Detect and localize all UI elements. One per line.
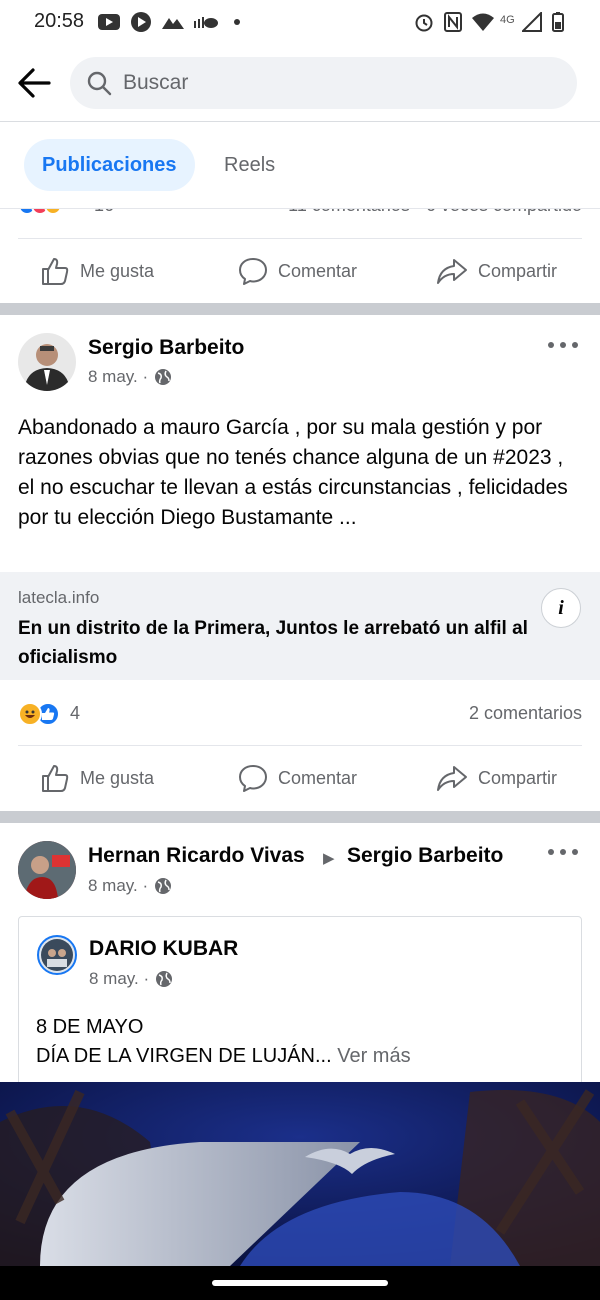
shared-meta: 8 may. · — [89, 969, 173, 989]
more-options-icon[interactable] — [548, 340, 578, 350]
link-preview[interactable]: latecla.info En un distrito de la Primer… — [0, 572, 600, 680]
post-text: Abandonado a mauro García , por su mala … — [18, 416, 568, 529]
info-icon[interactable]: i — [541, 588, 581, 628]
search-placeholder: Buscar — [123, 71, 189, 94]
share-icon — [437, 259, 467, 284]
share-icon — [437, 766, 467, 791]
comment-button[interactable]: Comentar — [238, 240, 357, 302]
thumbs-up-icon — [42, 258, 69, 285]
post-date[interactable]: 8 may. — [88, 876, 138, 896]
home-gesture-handle[interactable] — [212, 1280, 388, 1286]
post-meta: 8 may. · — [88, 367, 172, 387]
battery-icon — [552, 12, 564, 32]
alarm-icon — [414, 12, 434, 32]
comment-count[interactable]: 2 comentarios — [469, 703, 582, 724]
play-icon — [130, 12, 152, 32]
post-photo[interactable] — [0, 1082, 600, 1266]
post-meta: 8 may. · — [88, 876, 172, 896]
see-more-link[interactable]: Ver más — [337, 1045, 410, 1067]
globe-icon — [155, 878, 172, 894]
mountain-icon — [162, 12, 184, 32]
tab-reels[interactable]: Reels — [224, 139, 275, 191]
tab-publicaciones[interactable]: Publicaciones — [24, 139, 195, 191]
link-title: En un distrito de la Primera, Juntos le … — [18, 618, 528, 668]
avatar[interactable] — [37, 935, 77, 975]
share-button[interactable]: Compartir — [436, 240, 557, 302]
share-button[interactable]: Compartir — [436, 747, 557, 809]
right-triangle-icon: ▶ — [323, 850, 335, 867]
system-navigation-bar — [0, 1266, 600, 1300]
avatar[interactable] — [18, 333, 76, 391]
reaction-icons[interactable] — [18, 702, 60, 726]
action-bar: Me gusta Comentar Compartir — [0, 240, 600, 302]
thumbs-up-icon — [42, 765, 69, 792]
like-button[interactable]: Me gusta — [40, 747, 154, 809]
status-time: 20:58 — [34, 10, 85, 32]
reaction-count: 4 — [70, 703, 81, 723]
post-separator — [0, 811, 600, 823]
divider — [18, 745, 582, 746]
shared-author[interactable]: DARIO KUBAR — [89, 937, 238, 961]
post-target[interactable]: Sergio Barbeito — [347, 844, 503, 868]
tab-bar: Publicaciones Reels — [0, 123, 600, 209]
post-author[interactable]: Sergio Barbeito — [88, 336, 244, 360]
nfc-icon — [444, 12, 462, 32]
status-bar: 20:58 4G — [0, 0, 600, 44]
comment-icon — [239, 258, 267, 285]
screen: 20:58 4G Buscar Publicaciones Reels Me g… — [0, 0, 600, 1300]
network-type: 4G — [500, 14, 515, 26]
reactions-row: 4 2 comentarios — [18, 700, 582, 728]
comment-button[interactable]: Comentar — [238, 747, 357, 809]
shared-text: 8 DE MAYO DÍA DE LA VIRGEN DE LUJÁN... V… — [36, 1016, 411, 1067]
search-icon — [86, 70, 112, 96]
post-separator — [0, 303, 600, 315]
more-options-icon[interactable] — [548, 847, 578, 857]
post-author[interactable]: Hernan Ricardo Vivas — [88, 844, 305, 868]
post-date[interactable]: 8 may. — [88, 367, 138, 387]
wifi-icon — [472, 12, 494, 32]
link-domain: latecla.info — [18, 588, 100, 607]
like-button[interactable]: Me gusta — [40, 240, 154, 302]
action-bar: Me gusta Comentar Compartir — [0, 747, 600, 809]
cell-signal-icon — [522, 12, 542, 32]
globe-icon — [155, 369, 172, 385]
search-input[interactable]: Buscar — [70, 57, 577, 109]
comment-icon — [239, 765, 267, 792]
soundcloud-icon — [194, 12, 218, 32]
youtube-icon — [98, 12, 120, 32]
haha-reaction-icon — [18, 702, 42, 726]
back-arrow-icon[interactable] — [16, 66, 52, 100]
globe-icon — [156, 971, 173, 987]
shared-date[interactable]: 8 may. — [89, 969, 139, 989]
avatar[interactable] — [18, 841, 76, 899]
notification-dot-icon — [234, 12, 240, 32]
search-header: Buscar — [0, 44, 600, 122]
divider — [18, 238, 582, 239]
